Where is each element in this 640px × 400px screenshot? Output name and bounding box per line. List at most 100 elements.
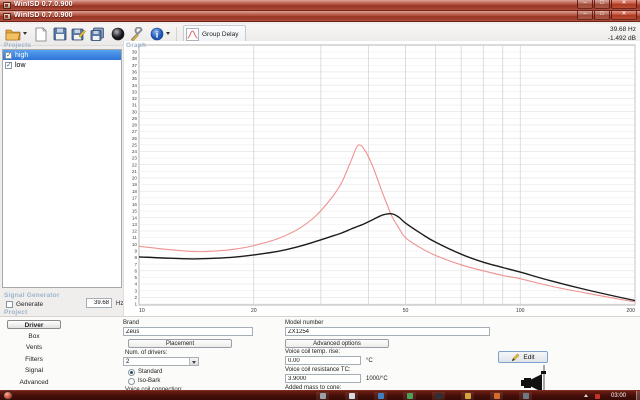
save-as-button[interactable] [69, 25, 88, 43]
close-button[interactable]: ✕ [611, 11, 637, 20]
project-row[interactable]: ✓ low [3, 60, 121, 70]
open-dropdown-caret[interactable] [23, 32, 27, 35]
svg-text:13: 13 [132, 222, 138, 227]
taskbar-app-1[interactable] [316, 392, 329, 400]
svg-text:37: 37 [132, 63, 138, 68]
tray-alert-icon[interactable] [595, 393, 600, 399]
chevron-down-icon [189, 358, 198, 365]
tab-vents[interactable]: Vents [7, 343, 61, 352]
svg-text:200: 200 [626, 308, 635, 314]
svg-text:11: 11 [132, 235, 137, 240]
isobark-radio[interactable] [128, 378, 135, 385]
vc-res-input[interactable] [285, 374, 361, 383]
taskbar-app-3[interactable] [374, 392, 387, 400]
brand-input[interactable] [123, 327, 253, 336]
taskbar: 03:00 [0, 390, 640, 400]
minimize-button[interactable]: – [577, 11, 593, 20]
toolbar-separator [176, 27, 177, 41]
svg-text:12: 12 [132, 229, 138, 234]
svg-text:14: 14 [132, 215, 138, 220]
tab-signal[interactable]: Signal [7, 366, 61, 375]
frequency-unit: Hz [116, 301, 124, 307]
num-drivers-select[interactable]: 2 [123, 357, 199, 366]
tray-caret-icon[interactable] [584, 394, 588, 397]
svg-text:50: 50 [403, 308, 409, 314]
tab-box[interactable]: Box [7, 332, 61, 341]
svg-text:16: 16 [132, 202, 138, 207]
save-icon [53, 27, 66, 41]
close-button[interactable]: ✕ [611, 0, 637, 9]
svg-text:8: 8 [134, 255, 137, 260]
folder-open-icon [5, 29, 20, 41]
svg-text:5: 5 [134, 275, 137, 280]
sphere-icon [111, 27, 124, 41]
svg-text:30: 30 [132, 109, 138, 114]
svg-text:36: 36 [132, 69, 138, 74]
frequency-input[interactable] [86, 298, 112, 308]
project-label: low [15, 61, 26, 69]
vc-res-unit: 1000/°C [366, 376, 388, 382]
placement-button[interactable]: Placement [128, 339, 232, 348]
standard-radio[interactable] [128, 369, 135, 376]
svg-text:24: 24 [132, 149, 138, 154]
app-icon [3, 2, 11, 9]
vc-temp-unit: °C [366, 358, 373, 364]
show-desktop-button[interactable] [636, 391, 640, 400]
about-dropdown-caret[interactable] [166, 32, 170, 35]
open-button[interactable] [3, 25, 22, 43]
title-bar-back[interactable]: WinISD 0.7.0.900 – □ ✕ [0, 0, 640, 11]
tab-advanced[interactable]: Advanced [7, 378, 61, 387]
generate-checkbox-row[interactable]: Generate [6, 301, 43, 308]
maximize-button[interactable]: □ [594, 0, 610, 9]
svg-text:28: 28 [132, 123, 138, 128]
save-edit-icon [71, 28, 86, 40]
vc-temp-input[interactable] [285, 356, 361, 365]
project-row[interactable]: ✓ high [3, 50, 121, 60]
taskbar-app-4[interactable] [403, 392, 416, 400]
generate-checkbox[interactable] [6, 301, 13, 308]
group-delay-chart[interactable]: 1234567891011121314151617181920212223242… [124, 41, 640, 316]
new-button[interactable] [31, 25, 50, 43]
taskbar-app-5[interactable] [432, 392, 445, 400]
save-button[interactable] [50, 25, 69, 43]
svg-text:22: 22 [132, 162, 138, 167]
title-bar-front[interactable]: WinISD 0.7.0.900 – □ ✕ [0, 11, 640, 22]
taskbar-app-7[interactable] [490, 392, 503, 400]
svg-text:20: 20 [251, 308, 257, 314]
project-checkbox[interactable]: ✓ [5, 61, 12, 69]
num-drivers-value: 2 [126, 359, 130, 365]
svg-text:33: 33 [132, 89, 138, 94]
advanced-options-button[interactable]: Advanced options [285, 339, 389, 348]
taskbar-clock[interactable]: 03:00 [611, 393, 626, 399]
edit-button-label: Edit [523, 353, 535, 361]
standard-radio-label: Standard [138, 369, 163, 375]
model-label: Model number [285, 320, 324, 326]
svg-text:1: 1 [134, 302, 137, 307]
model-input[interactable] [285, 327, 490, 336]
taskbar-app-2[interactable] [345, 392, 358, 400]
svg-text:29: 29 [132, 116, 138, 121]
save-all-button[interactable] [88, 25, 107, 43]
minimize-button[interactable]: – [577, 0, 593, 9]
main-window: i Group Delay 39.68 Hz -1.492 dB Project… [0, 22, 640, 400]
graph-panel: Graph 1 2 3 4 5 6 7 8 9 10 11 12 13 14 15 16 17 18 19 20 21 2… [123, 41, 640, 316]
project-checkbox[interactable]: ✓ [5, 51, 12, 59]
svg-text:18: 18 [132, 189, 138, 194]
isobark-radio-label: Iso-Bark [138, 378, 161, 384]
taskbar-app-8[interactable] [519, 392, 532, 400]
tab-filters[interactable]: Filters [7, 355, 61, 364]
project-panel: DriverBoxVentsFiltersSignalAdvancedProje… [0, 316, 640, 400]
projects-list[interactable]: ✓ high ✓ low [2, 49, 122, 288]
cursor-frequency-readout: 39.68 Hz [609, 26, 636, 33]
projects-section-label: Projects [4, 42, 32, 49]
save-all-icon [90, 27, 104, 41]
svg-text:9: 9 [134, 249, 137, 254]
maximize-button[interactable]: □ [594, 11, 610, 20]
svg-text:35: 35 [132, 76, 138, 81]
edit-button[interactable]: Edit [498, 351, 548, 363]
start-button[interactable] [3, 391, 13, 400]
info-icon: i [150, 27, 163, 41]
tab-driver[interactable]: Driver [7, 320, 61, 329]
taskbar-app-6[interactable] [461, 392, 474, 400]
new-document-icon [35, 26, 47, 41]
